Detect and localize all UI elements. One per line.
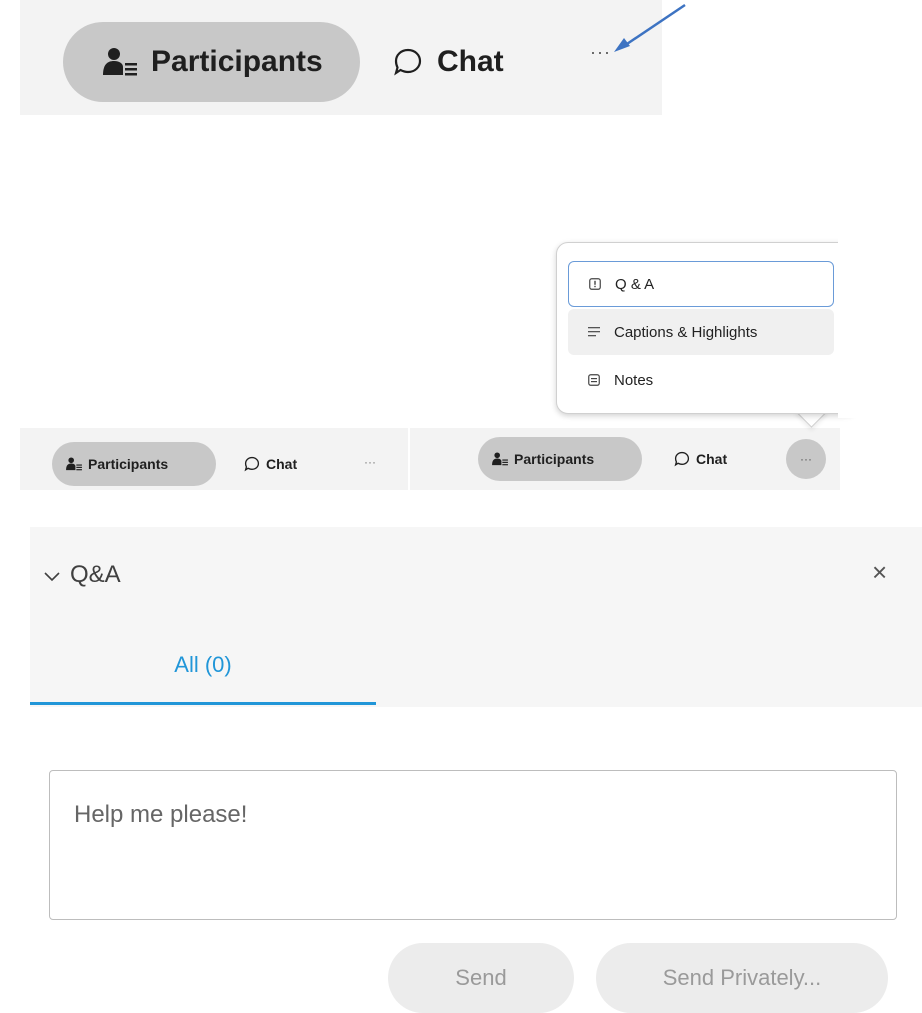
qa-title-toggle[interactable]: Q&A xyxy=(44,561,121,589)
chat-bubble-icon xyxy=(244,456,260,472)
qa-panel-header: Q&A × All (0) xyxy=(30,527,922,707)
menu-item-label: Q & A xyxy=(615,275,655,293)
qa-icon xyxy=(589,278,601,290)
participants-button[interactable]: Participants xyxy=(478,437,642,481)
participants-icon xyxy=(103,47,137,77)
menu-item-notes[interactable]: Notes xyxy=(568,357,834,403)
participants-button[interactable]: Participants xyxy=(63,22,360,102)
menu-item-qa[interactable]: Q & A xyxy=(568,261,834,307)
captions-icon xyxy=(588,326,600,338)
toolbar-small-left: Participants Chat ··· xyxy=(20,428,408,490)
menu-item-label: Notes xyxy=(614,371,654,389)
chat-label: Chat xyxy=(266,456,298,472)
participants-icon xyxy=(492,452,508,466)
menu-item-captions[interactable]: Captions & Highlights xyxy=(568,309,834,355)
send-privately-button[interactable]: Send Privately... xyxy=(596,943,888,1013)
participants-label: Participants xyxy=(88,456,169,472)
menu-item-label: Captions & Highlights xyxy=(614,323,758,341)
close-icon[interactable]: × xyxy=(872,557,887,588)
participants-button[interactable]: Participants xyxy=(52,442,216,486)
notes-icon xyxy=(588,374,600,386)
more-options-button[interactable]: ··· xyxy=(590,42,611,63)
toolbar-large: Participants Chat ··· xyxy=(20,0,662,115)
chat-button[interactable]: Chat xyxy=(393,22,504,102)
tab-all[interactable]: All (0) xyxy=(30,627,376,705)
chat-label: Chat xyxy=(696,451,728,467)
question-input[interactable]: Help me please! xyxy=(49,770,897,920)
participants-label: Participants xyxy=(514,451,595,467)
more-options-button[interactable]: ··· xyxy=(364,455,376,469)
chat-bubble-icon xyxy=(393,47,423,77)
more-options-button[interactable]: ··· xyxy=(786,439,826,479)
more-options-menu: Q & A Captions & Highlights Notes xyxy=(556,242,858,414)
qa-title: Q&A xyxy=(70,561,121,588)
chat-button[interactable]: Chat xyxy=(244,442,297,486)
participants-icon xyxy=(66,457,82,471)
chat-bubble-icon xyxy=(674,451,690,467)
chat-label: Chat xyxy=(437,45,504,78)
chevron-down-icon xyxy=(44,561,60,589)
send-button[interactable]: Send xyxy=(388,943,574,1013)
toolbar-small-right: Participants Chat ··· xyxy=(410,428,840,490)
crop-edge xyxy=(838,238,922,418)
chat-button[interactable]: Chat xyxy=(674,437,727,481)
participants-label: Participants xyxy=(151,45,323,78)
